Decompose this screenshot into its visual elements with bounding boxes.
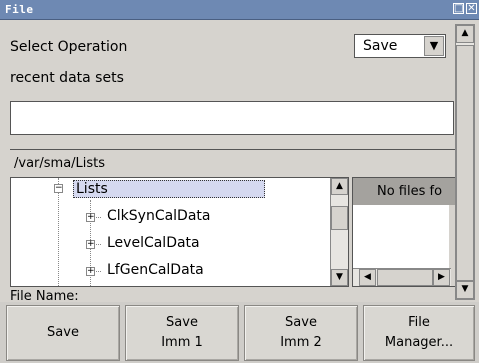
arrow-left-icon[interactable]: ◀: [359, 269, 376, 286]
tree-scrollbar[interactable]: ▲ ▼: [330, 178, 348, 286]
current-path: /var/sma/Lists: [14, 156, 106, 171]
file-manager-label-line1: File: [408, 315, 430, 330]
recent-data-sets-field[interactable]: [10, 101, 454, 135]
file-list-header: No files fo: [353, 178, 455, 205]
operation-select[interactable]: Save ▼: [354, 34, 446, 58]
save-imm1-button[interactable]: Save Imm 1: [125, 305, 239, 361]
softkey-bar: Save Save Imm 1 Save Imm 2 File Manager.…: [0, 302, 479, 363]
recent-data-sets-label: recent data sets: [10, 70, 124, 86]
arrow-up-icon[interactable]: ▲: [456, 25, 474, 43]
main-scroll-thumb[interactable]: [456, 45, 474, 281]
tree-node-levelcaldata[interactable]: LevelCalData: [107, 235, 200, 251]
collapse-icon[interactable]: −: [54, 184, 63, 193]
arrow-up-icon[interactable]: ▲: [331, 178, 348, 195]
tree-scroll-thumb[interactable]: [331, 206, 348, 230]
arrow-down-icon[interactable]: ▼: [456, 281, 474, 299]
select-operation-label: Select Operation: [10, 39, 128, 55]
arrow-right-icon[interactable]: ▶: [433, 269, 450, 286]
tree-node-clksyncaldata[interactable]: ClkSynCalData: [107, 208, 211, 224]
arrow-down-icon[interactable]: ▼: [331, 269, 348, 286]
expand-icon[interactable]: +: [86, 213, 95, 222]
save-button[interactable]: Save: [6, 305, 120, 361]
tree-node-lfgencaldata[interactable]: LfGenCalData: [107, 262, 204, 278]
maximize-icon[interactable]: □: [453, 3, 464, 14]
directory-tree[interactable]: − Lists + ClkSynCalData + LevelCalData +…: [10, 177, 349, 287]
no-files-message: No files fo: [377, 184, 443, 199]
save-imm2-button[interactable]: Save Imm 2: [244, 305, 358, 361]
chevron-down-icon[interactable]: ▼: [424, 36, 444, 56]
tree-node-lists[interactable]: Lists: [73, 180, 265, 198]
file-manager-label-line2: Manager...: [384, 335, 454, 350]
save-imm2-label-line1: Save: [285, 315, 317, 330]
tree-guide-line: [58, 178, 59, 286]
file-dialog-panel: Select Operation Save ▼ recent data sets…: [6, 24, 455, 300]
expand-icon[interactable]: +: [86, 240, 95, 249]
file-list[interactable]: No files fo ◀ ▶: [352, 177, 455, 287]
operation-value: Save: [363, 38, 398, 54]
file-list-scroll-thumb[interactable]: [377, 269, 433, 286]
save-imm1-label-line1: Save: [166, 315, 198, 330]
window-title: File: [5, 3, 34, 16]
file-manager-button[interactable]: File Manager...: [363, 305, 475, 361]
title-bar: File □ ✕: [0, 0, 479, 20]
save-imm1-label-line2: Imm 1: [161, 335, 203, 350]
file-name-label: File Name:: [10, 289, 79, 300]
close-icon[interactable]: ✕: [466, 3, 477, 14]
main-scrollbar[interactable]: ▲ ▼: [455, 24, 475, 300]
file-list-hscrollbar[interactable]: ◀ ▶: [353, 268, 451, 286]
path-bar: /var/sma/Lists: [10, 149, 455, 177]
save-imm2-label-line2: Imm 2: [280, 335, 322, 350]
expand-icon[interactable]: +: [86, 267, 95, 276]
save-button-label: Save: [47, 325, 79, 340]
